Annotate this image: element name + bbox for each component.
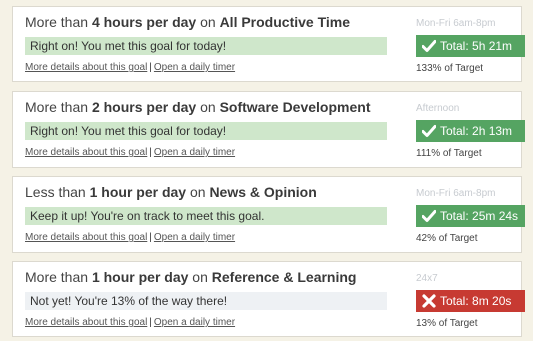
goal-target-percent: 133% of Target bbox=[416, 63, 484, 74]
goal-prefix: More than bbox=[25, 14, 89, 30]
goal-status-message: Right on! You met this goal for today! bbox=[25, 37, 387, 55]
goal-category: News & Opinion bbox=[209, 184, 317, 200]
goal-total: Total: 25m 24s bbox=[440, 209, 519, 223]
details-link[interactable]: More details about this goal bbox=[25, 232, 147, 243]
goal-schedule: 24x7 bbox=[416, 273, 438, 284]
goal-amount: 1 hour per day bbox=[91, 269, 189, 285]
goal-total-badge: Total: 2h 13m bbox=[416, 120, 525, 142]
link-separator: | bbox=[149, 62, 152, 73]
goal-target-percent: 111% of Target bbox=[416, 148, 482, 159]
goal-title: Less than 1 hour per day on News & Opini… bbox=[25, 184, 317, 200]
goal-links: More details about this goal | Open a dail… bbox=[25, 147, 235, 158]
goal-prefix: More than bbox=[25, 99, 89, 115]
goal-on: on bbox=[189, 184, 206, 200]
daily-timer-link[interactable]: Open a daily timer bbox=[154, 62, 235, 73]
goal-status-message: Keep it up! You're on track to meet this… bbox=[25, 207, 387, 225]
details-link[interactable]: More details about this goal bbox=[25, 147, 147, 158]
link-separator: | bbox=[149, 317, 152, 328]
goal-schedule: Mon-Fri 6am-8pm bbox=[416, 188, 496, 199]
daily-timer-link[interactable]: Open a daily timer bbox=[154, 147, 235, 158]
goal-schedule: Mon-Fri 6am-8pm bbox=[416, 18, 496, 29]
goal-total-badge: Total: 8m 20s bbox=[416, 290, 525, 312]
goal-schedule: Afternoon bbox=[416, 103, 460, 114]
goal-on: on bbox=[200, 14, 216, 30]
goal-card-reference-learning: More than 1 hour per day on Reference & … bbox=[12, 261, 525, 337]
x-icon bbox=[422, 294, 436, 308]
goal-category: Software Development bbox=[219, 99, 371, 115]
goal-category: Reference & Learning bbox=[211, 269, 357, 285]
checkmark-icon bbox=[422, 210, 436, 222]
goal-card-all-productive-time: More than 4 hours per day on All Product… bbox=[12, 6, 525, 82]
goal-on: on bbox=[200, 99, 216, 115]
goal-total-badge: Total: 5h 21m bbox=[416, 35, 525, 57]
goal-total: Total: 5h 21m bbox=[440, 39, 513, 53]
goal-card-news-opinion: Less than 1 hour per day on News & Opini… bbox=[12, 176, 525, 253]
goal-amount: 1 hour per day bbox=[89, 184, 187, 200]
goal-title: More than 4 hours per day on All Product… bbox=[25, 14, 350, 30]
goal-category: All Productive Time bbox=[219, 14, 351, 30]
details-link[interactable]: More details about this goal bbox=[25, 62, 147, 73]
goal-title: More than 2 hours per day on Software De… bbox=[25, 99, 371, 115]
goal-card-software-development: More than 2 hours per day on Software De… bbox=[12, 91, 525, 168]
goal-links: More details about this goal | Open a dail… bbox=[25, 317, 235, 328]
goal-target-percent: 42% of Target bbox=[416, 233, 478, 244]
goal-total-badge: Total: 25m 24s bbox=[416, 205, 525, 227]
goal-prefix: More than bbox=[25, 269, 89, 285]
goal-status-message: Not yet! You're 13% of the way there! bbox=[25, 292, 387, 310]
goal-total: Total: 8m 20s bbox=[440, 294, 512, 308]
link-separator: | bbox=[149, 147, 152, 158]
goal-on: on bbox=[192, 269, 208, 285]
checkmark-icon bbox=[422, 125, 436, 137]
goal-status-message: Right on! You met this goal for today! bbox=[25, 122, 387, 140]
link-separator: | bbox=[149, 232, 152, 243]
goal-links: More details about this goal | Open a dail… bbox=[25, 62, 235, 73]
details-link[interactable]: More details about this goal bbox=[25, 317, 147, 328]
goal-amount: 2 hours per day bbox=[91, 99, 197, 115]
goal-amount: 4 hours per day bbox=[91, 14, 197, 30]
daily-timer-link[interactable]: Open a daily timer bbox=[154, 317, 235, 328]
goal-links: More details about this goal | Open a dail… bbox=[25, 232, 235, 243]
goal-target-percent: 13% of Target bbox=[416, 318, 478, 329]
goal-prefix: Less than bbox=[25, 184, 86, 200]
goal-title: More than 1 hour per day on Reference & … bbox=[25, 269, 356, 285]
goal-total: Total: 2h 13m bbox=[440, 124, 513, 138]
daily-timer-link[interactable]: Open a daily timer bbox=[154, 232, 235, 243]
checkmark-icon bbox=[422, 40, 436, 52]
